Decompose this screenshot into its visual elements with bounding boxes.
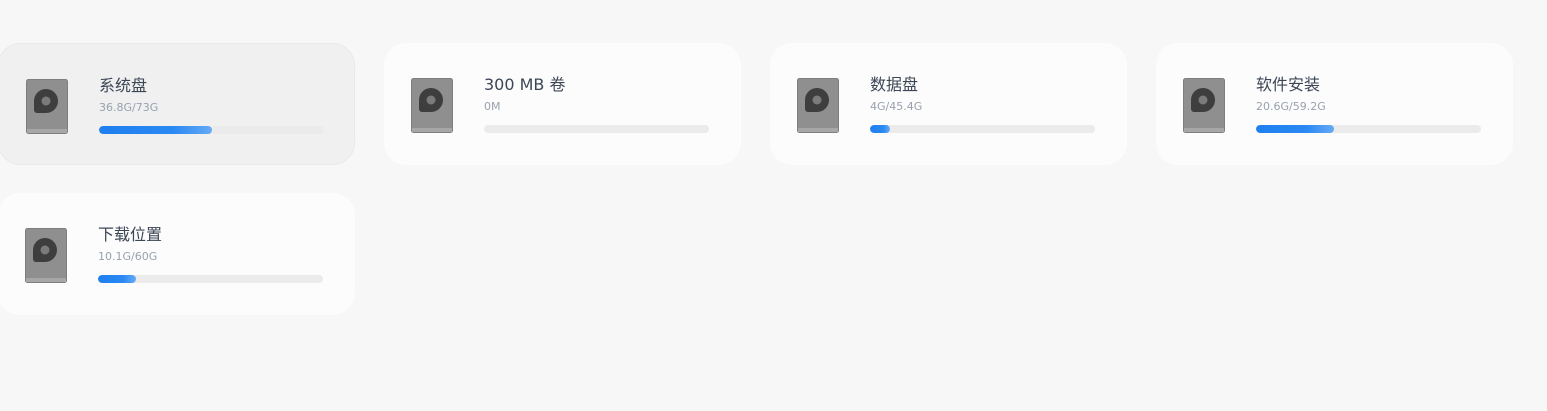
drive-size: 36.8G/73G: [99, 101, 159, 114]
drive-card-downloads[interactable]: 下载位置 10.1G/60G: [0, 193, 355, 315]
usage-bar-fill: [98, 275, 136, 283]
hard-drive-icon: [1183, 78, 1225, 133]
drive-name: 系统盘: [99, 76, 148, 95]
drive-card-software[interactable]: 软件安装 20.6G/59.2G: [1156, 43, 1513, 165]
drive-name: 数据盘: [870, 75, 919, 94]
usage-bar-fill: [870, 125, 890, 133]
usage-bar-fill: [1256, 125, 1335, 133]
drive-name: 下载位置: [98, 225, 163, 244]
drive-name: 300 MB 卷: [484, 75, 566, 94]
usage-bar: [870, 125, 1095, 133]
usage-bar: [484, 125, 709, 133]
drive-card-system[interactable]: 系统盘 36.8G/73G: [0, 43, 355, 165]
hard-drive-icon: [411, 78, 453, 133]
hard-drive-icon: [25, 228, 67, 283]
usage-bar: [1256, 125, 1481, 133]
drive-size: 4G/45.4G: [870, 100, 923, 113]
usage-bar-fill: [99, 126, 213, 134]
drive-size: 20.6G/59.2G: [1256, 100, 1326, 113]
usage-bar: [99, 126, 324, 134]
drive-size: 10.1G/60G: [98, 250, 158, 263]
top-edge-glyph: ··: [18, 0, 25, 6]
hard-drive-icon: [797, 78, 839, 133]
hard-drive-icon: [26, 79, 68, 134]
drive-size: 0M: [484, 100, 501, 113]
drive-name: 软件安装: [1256, 75, 1321, 94]
drive-card-300mb-volume[interactable]: 300 MB 卷 0M: [384, 43, 741, 165]
usage-bar: [98, 275, 323, 283]
drive-card-data[interactable]: 数据盘 4G/45.4G: [770, 43, 1127, 165]
drive-grid: 系统盘 36.8G/73G 300 MB 卷 0M 数据盘 4G/45.4G 软…: [0, 43, 1547, 343]
